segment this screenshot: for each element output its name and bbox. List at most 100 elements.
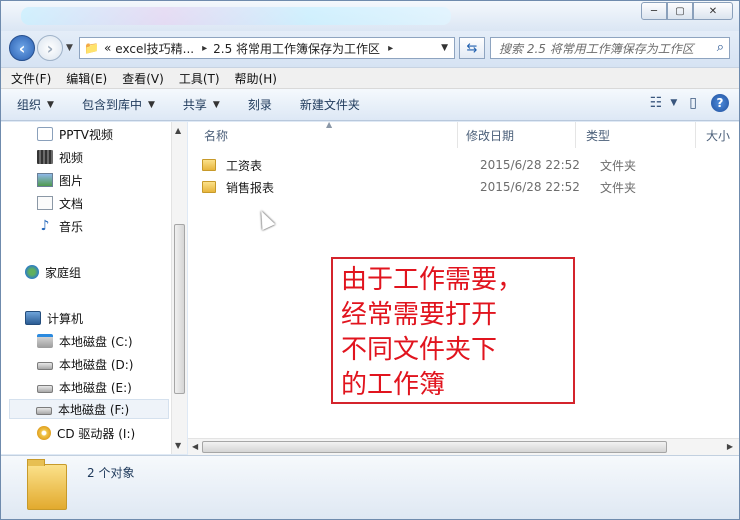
burn-button[interactable]: 刻录 [248,96,272,113]
forward-button[interactable]: › [37,35,63,61]
nav-item-videos[interactable]: 视频 [37,147,83,167]
pptv-icon [37,127,53,141]
annotation-line: 不同文件夹下 [341,335,498,365]
file-date: 2015/6/28 22:52 [480,158,580,172]
view-dropdown-icon[interactable]: ▼ [670,98,677,108]
table-row[interactable]: 工资表 2015/6/28 22:52 文件夹 [202,154,672,176]
file-name: 工资表 [226,158,263,173]
search-placeholder: 搜索 2.5 将常用工作簿保存为工作区 [499,41,694,56]
annotation-callout: 由于工作需要， 经常需要打开 不同文件夹下 的工作簿 [331,257,575,404]
scroll-down-icon[interactable]: ▼ [175,441,181,450]
chevron-down-icon: ▼ [147,99,155,110]
close-button[interactable]: ✕ [693,2,733,20]
breadcrumb-item[interactable]: excel技巧精... [115,40,194,57]
nav-item-drive-d[interactable]: 本地磁盘 (D:) [37,354,133,374]
nav-item-computer[interactable]: 计算机 [25,308,83,328]
back-button[interactable]: ‹ [9,35,35,61]
nav-item-music[interactable]: ♪ 音乐 [37,216,83,236]
minimize-button[interactable]: ─ [641,2,667,20]
folder-icon [27,459,67,510]
folder-icon [202,181,216,193]
table-row[interactable]: 销售报表 2015/6/28 22:52 文件夹 [202,176,672,198]
breadcrumb-prefix[interactable]: « [104,41,111,55]
nav-scrollbar[interactable]: ▲ ▼ [171,122,187,454]
maximize-button[interactable]: ▢ [667,2,693,20]
nav-item-drive-e[interactable]: 本地磁盘 (E:) [37,377,132,397]
share-button[interactable]: 共享 ▼ [183,96,220,113]
menu-bar: 文件(F) 编辑(E) 查看(V) 工具(T) 帮助(H) [1,67,739,89]
nav-item-drive-c[interactable]: 本地磁盘 (C:) [37,331,133,351]
drive-icon [36,407,52,415]
address-row: ‹ › ▼ 📁 « excel技巧精... ▸ 2.5 将常用工作簿保存为工作区… [1,31,739,67]
organize-button[interactable]: 组织 ▼ [17,96,54,113]
preview-pane-icon[interactable]: ▯ [689,95,697,111]
column-header-type[interactable]: 类型 [576,122,696,148]
address-bar[interactable]: 📁 « excel技巧精... ▸ 2.5 将常用工作簿保存为工作区 ▸ ▼ [79,37,455,59]
music-icon: ♪ [40,218,50,234]
scroll-right-icon[interactable]: ▶ [727,442,733,451]
chevron-down-icon: ▼ [47,99,54,110]
column-header-size[interactable]: 大小 [696,122,739,148]
help-icon[interactable]: ? [711,94,729,112]
folder-icon: 📁 [84,41,99,55]
view-controls: ☷ ▼ ▯ ? [638,94,729,112]
breadcrumb-item[interactable]: 2.5 将常用工作簿保存为工作区 [213,40,380,57]
column-header-name[interactable]: 名称 [194,122,458,148]
blurred-title [21,7,451,25]
menu-edit[interactable]: 编辑(E) [66,70,107,87]
include-library-button[interactable]: 包含到库中 ▼ [82,96,155,113]
file-type: 文件夹 [600,158,637,173]
nav-item-pictures[interactable]: 图片 [37,170,83,190]
annotation-line: 经常需要打开 [341,300,498,330]
details-pane: 2 个对象 [1,455,739,519]
menu-file[interactable]: 文件(F) [11,70,51,87]
nav-item-cd-drive[interactable]: CD 驱动器 (I:) [37,423,135,443]
scroll-up-icon[interactable]: ▲ [175,126,181,135]
breadcrumb-separator-icon[interactable]: ▸ [202,43,207,54]
search-icon[interactable]: ⌕ [717,40,724,55]
column-header-date[interactable]: 修改日期 [456,122,576,148]
search-input[interactable]: 搜索 2.5 将常用工作簿保存为工作区 ⌕ [490,37,730,59]
scroll-left-icon[interactable]: ◀ [192,442,198,451]
file-name: 销售报表 [226,180,275,195]
folder-icon [202,159,216,171]
horizontal-scrollbar[interactable]: ◀ ▶ [188,438,739,455]
menu-help[interactable]: 帮助(H) [235,70,277,87]
view-mode-icon[interactable]: ☷ [650,95,663,111]
file-date: 2015/6/28 22:52 [480,180,580,194]
nav-item-documents[interactable]: 文档 [37,193,83,213]
drive-icon [37,385,53,393]
explorer-window: ─ ▢ ✕ ‹ › ▼ 📁 « excel技巧精... ▸ 2.5 将常用工作簿… [0,0,740,520]
nav-item-pptv[interactable]: PPTV视频 [37,124,113,144]
scroll-thumb[interactable] [202,441,667,453]
menu-tools[interactable]: 工具(T) [179,70,220,87]
new-folder-button[interactable]: 新建文件夹 [300,96,360,113]
annotation-line: 的工作簿 [341,370,446,400]
system-drive-icon [37,334,53,348]
cd-drive-icon [37,426,51,440]
video-icon [37,150,53,164]
document-icon [37,196,53,210]
caption-buttons: ─ ▢ ✕ [641,2,733,20]
title-bar: ─ ▢ ✕ [1,1,739,31]
mouse-cursor-icon [254,207,276,231]
navigation-pane: PPTV视频 视频 图片 文档 ♪ 音乐 家庭组 计算机 本地磁盘 (C:) 本地… [1,122,171,454]
recent-pages-dropdown-icon[interactable]: ▼ [66,43,73,53]
menu-view[interactable]: 查看(V) [122,70,164,87]
computer-icon [25,311,41,325]
scroll-thumb[interactable] [174,224,185,394]
chevron-down-icon: ▼ [212,99,220,110]
nav-item-homegroup[interactable]: 家庭组 [25,262,81,282]
picture-icon [37,173,53,187]
drive-icon [37,362,53,370]
address-dropdown-icon[interactable]: ▼ [441,43,448,53]
file-list: ▲ 名称 修改日期 类型 大小 工资表 2015/6/28 22:52 文件夹 … [188,122,739,454]
item-count: 2 个对象 [87,466,135,480]
breadcrumb-separator-icon[interactable]: ▸ [388,43,393,54]
nav-item-drive-f[interactable]: 本地磁盘 (F:) [9,399,169,419]
command-bar: 组织 ▼ 包含到库中 ▼ 共享 ▼ 刻录 新建文件夹 ☷ ▼ ▯ ? [1,89,739,121]
refresh-button[interactable]: ⇆ [459,37,485,59]
homegroup-icon [25,265,39,279]
file-type: 文件夹 [600,180,637,195]
annotation-line: 由于工作需要， [341,265,524,295]
